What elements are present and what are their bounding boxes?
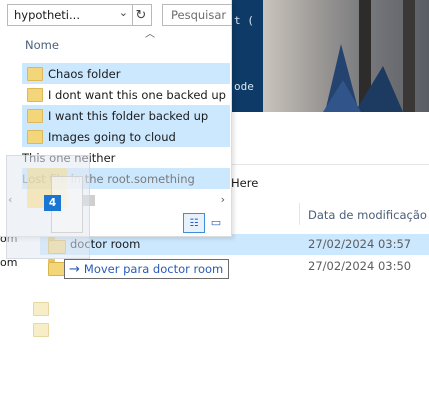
list-item-label: I dont want this one backed up	[48, 87, 226, 102]
chevron-down-icon[interactable]: ⌄	[119, 6, 128, 19]
list-item[interactable]: Chaos folder	[22, 63, 230, 84]
folder-icon	[33, 302, 49, 316]
list-item-label: I want this folder backed up	[48, 108, 209, 123]
move-tooltip: → Mover para doctor room	[64, 259, 230, 279]
tiles-view-icon[interactable]: ▭	[206, 213, 226, 231]
terminal-line: ode	[234, 80, 254, 93]
list-item[interactable]: Images going to cloud	[22, 126, 230, 147]
details-view-icon[interactable]: ☷	[183, 213, 205, 233]
list-item[interactable]: I want this folder backed up	[22, 105, 230, 126]
refresh-icon[interactable]: ↻	[131, 4, 152, 26]
scroll-right-icon[interactable]: ›	[221, 193, 225, 206]
list-item-label: Chaos folder	[48, 66, 121, 81]
address-bar[interactable]: hypotheti... ⌄	[7, 4, 133, 26]
file-date: 27/02/2024 03:57	[308, 237, 412, 251]
wallpaper-image: t ( ode	[231, 0, 429, 112]
search-input[interactable]: Pesquisar	[162, 4, 232, 26]
drag-count-badge: 4	[44, 195, 61, 211]
column-header-date[interactable]: Data de modificação	[308, 208, 427, 222]
address-text: hypotheti...	[14, 8, 80, 22]
photo-shapes	[323, 44, 403, 112]
list-item[interactable]: I dont want this one backed up	[22, 84, 230, 105]
arrow-right-icon: →	[69, 261, 80, 277]
folder-icon	[27, 87, 43, 102]
file-icon	[33, 323, 49, 337]
folder-icon	[27, 108, 43, 123]
terminal-window: t ( ode	[231, 0, 263, 112]
path-fragment: Here	[231, 176, 259, 190]
folder-icon	[27, 66, 43, 81]
column-separator[interactable]	[299, 203, 300, 225]
list-item-label: Images going to cloud	[48, 129, 176, 144]
sort-up-icon: ︿	[145, 29, 155, 40]
folder-icon	[27, 129, 43, 144]
file-date: 27/02/2024 03:50	[308, 259, 412, 273]
terminal-line: t (	[234, 14, 254, 27]
search-placeholder: Pesquisar	[171, 8, 227, 22]
move-tooltip-label: Mover para doctor room	[83, 262, 224, 276]
divider	[231, 164, 429, 165]
column-header-name[interactable]: Nome	[25, 38, 59, 52]
